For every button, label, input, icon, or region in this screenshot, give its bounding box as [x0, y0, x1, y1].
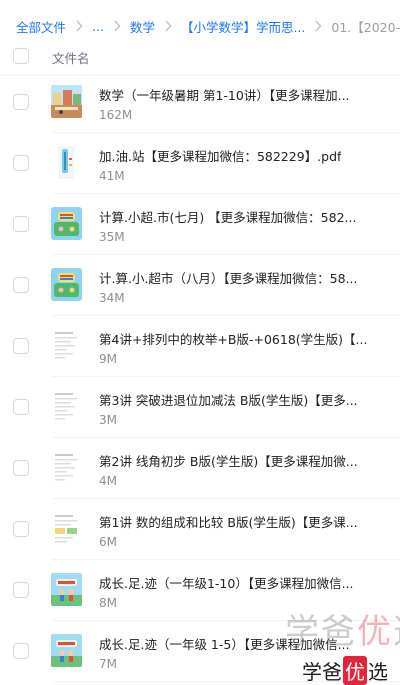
file-name[interactable]: 加.油.站【更多课程加微信：582229】.pdf [99, 146, 341, 165]
breadcrumb-item-math[interactable]: 数学 [130, 17, 155, 36]
file-size: 7M [99, 657, 117, 671]
row-checkbox[interactable] [13, 94, 29, 110]
file-size: 34M [99, 291, 125, 305]
file-name[interactable]: 第3讲 突破进退位加减法 B版(学生版)【更多... [99, 390, 358, 409]
list-header: 文件名 [0, 36, 400, 76]
file-row[interactable]: 计算.小超.市(七月) 【更多课程加微信：582... 35M [0, 194, 400, 255]
row-checkbox[interactable] [13, 582, 29, 598]
select-all-checkbox[interactable] [13, 48, 29, 64]
file-size: 3M [99, 413, 117, 427]
file-row[interactable]: 第3讲 突破进退位加减法 B版(学生版)【更多... 3M [0, 377, 400, 438]
row-checkbox[interactable] [13, 155, 29, 171]
file-row[interactable]: 第1讲 数的组成和比较 B版(学生版)【更多课... 6M [0, 499, 400, 560]
file-thumbnail [51, 634, 82, 667]
row-checkbox[interactable] [13, 338, 29, 354]
watermark-small: 学爸优选 [302, 656, 388, 685]
file-size: 4M [99, 474, 117, 488]
watermark-large-text-b: 选 [393, 612, 400, 652]
watermark-small-text-a: 学爸 [302, 660, 342, 684]
row-checkbox[interactable] [13, 643, 29, 659]
file-size: 9M [99, 352, 117, 366]
file-size: 8M [99, 596, 117, 610]
breadcrumb-item-all-files[interactable]: 全部文件 [16, 17, 66, 36]
chevron-right-icon [314, 20, 322, 32]
file-row[interactable]: 数学（一年级暑期 第1-10讲）【更多课程加... 162M [0, 72, 400, 133]
file-thumbnail [51, 390, 82, 423]
file-name[interactable]: 计.算.小.超市（八月）【更多课程加微信：58... [99, 268, 358, 287]
chevron-right-icon [75, 20, 83, 32]
file-size: 162M [99, 108, 133, 122]
file-thumbnail [51, 207, 82, 240]
file-thumbnail [51, 146, 82, 179]
chevron-right-icon [164, 20, 172, 32]
file-row[interactable]: 第2讲 线角初步 B版(学生版)【更多课程加微... 4M [0, 438, 400, 499]
breadcrumb-item-primary-math[interactable]: 【小学数学】学而思... [181, 17, 305, 36]
file-thumbnail [51, 573, 82, 606]
file-size: 35M [99, 230, 125, 244]
breadcrumb-item-current: 01.【2020-暑】7 [331, 19, 400, 35]
row-checkbox[interactable] [13, 521, 29, 537]
row-checkbox[interactable] [13, 460, 29, 476]
file-row[interactable]: 加.油.站【更多课程加微信：582229】.pdf 41M [0, 133, 400, 194]
watermark-large: 学爸优选 [285, 604, 400, 653]
file-name[interactable]: 数学（一年级暑期 第1-10讲）【更多课程加... [99, 85, 350, 104]
file-size: 6M [99, 535, 117, 549]
file-name[interactable]: 成长.足.迹（一年级1-10）【更多课程加微信... [99, 573, 354, 592]
breadcrumb-item-ellipsis[interactable]: ... [92, 19, 104, 34]
file-thumbnail [51, 85, 82, 118]
file-thumbnail [51, 512, 82, 545]
file-thumbnail [51, 451, 82, 484]
file-name[interactable]: 第1讲 数的组成和比较 B版(学生版)【更多课... [99, 512, 358, 531]
watermark-small-text-b: 选 [368, 660, 388, 684]
file-row[interactable]: 计.算.小.超市（八月）【更多课程加微信：58... 34M [0, 255, 400, 316]
file-thumbnail [51, 329, 82, 362]
file-size: 41M [99, 169, 125, 183]
file-row[interactable]: 第4讲+排列中的枚举+B版-+0618(学生版)【... 9M [0, 316, 400, 377]
watermark-large-text-a: 学爸 [285, 612, 357, 652]
file-thumbnail [51, 268, 82, 301]
file-name[interactable]: 第4讲+排列中的枚举+B版-+0618(学生版)【... [99, 329, 367, 348]
row-checkbox[interactable] [13, 399, 29, 415]
watermark-large-highlight: 优 [357, 612, 393, 652]
watermark-small-highlight: 优 [343, 656, 367, 685]
column-header-filename[interactable]: 文件名 [52, 48, 90, 67]
file-name[interactable]: 计算.小超.市(七月) 【更多课程加微信：582... [99, 207, 356, 226]
chevron-right-icon [113, 20, 121, 32]
row-checkbox[interactable] [13, 277, 29, 293]
row-checkbox[interactable] [13, 216, 29, 232]
file-name[interactable]: 第2讲 线角初步 B版(学生版)【更多课程加微... [99, 451, 358, 470]
